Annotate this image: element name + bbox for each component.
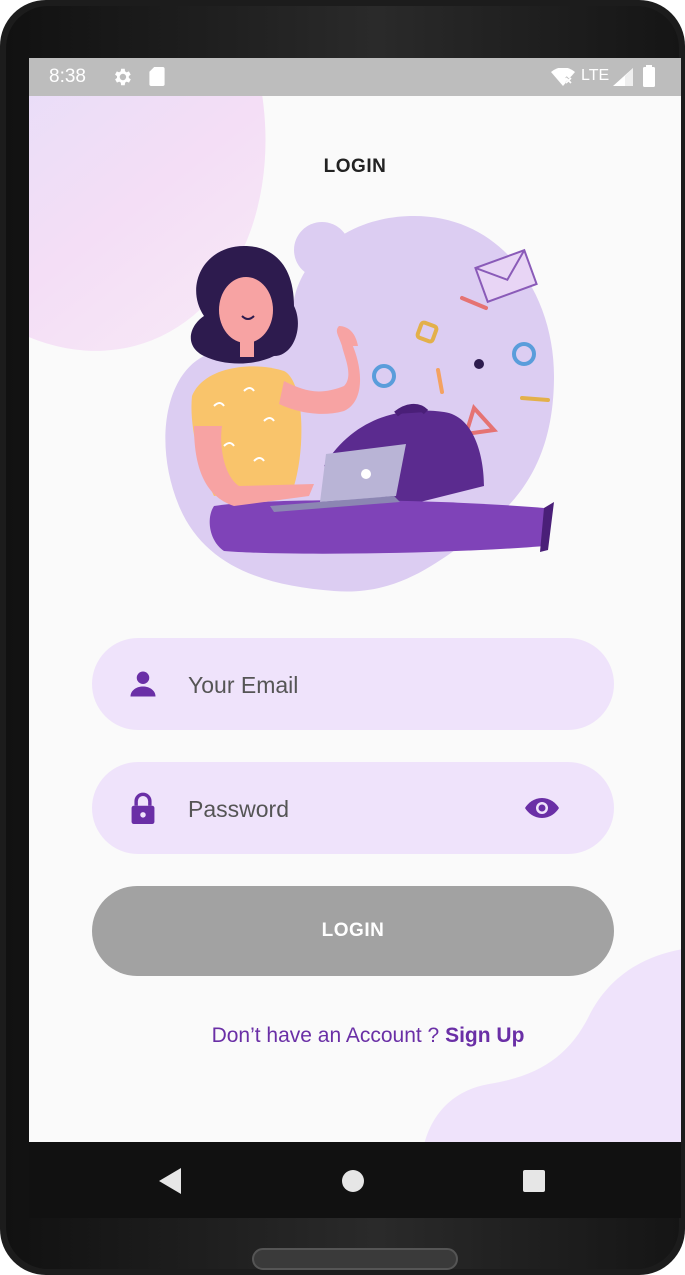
password-field[interactable] (92, 762, 614, 854)
battery-icon (643, 65, 655, 87)
phone-frame: 8:38 LTE LOGIN Your Email LOGIN Don’t ha… (0, 0, 685, 1275)
signal-icon (613, 68, 633, 86)
signup-link[interactable]: Sign Up (445, 1024, 524, 1047)
signup-prompt: Don’t have an Account ? Sign Up (29, 1024, 681, 1048)
eye-icon[interactable] (524, 792, 560, 824)
gear-icon (115, 68, 131, 86)
navigation-bar (29, 1142, 681, 1218)
status-time: 8:38 (49, 66, 86, 87)
home-icon[interactable] (341, 1169, 365, 1193)
woman-with-laptop-illustration (165, 216, 554, 592)
network-type: LTE (581, 67, 610, 84)
email-input[interactable] (186, 656, 520, 714)
signup-prompt-text: Don’t have an Account ? (211, 1024, 446, 1047)
email-field[interactable] (92, 638, 614, 730)
status-bar: 8:38 LTE (29, 58, 681, 96)
phone-speaker (252, 1248, 458, 1270)
page-title: LOGIN (323, 156, 387, 177)
password-input[interactable] (186, 780, 520, 838)
person-icon (130, 671, 156, 697)
lock-icon (131, 792, 155, 824)
login-screen: LOGIN Your Email LOGIN Don’t have an Acc… (29, 96, 681, 1142)
back-icon[interactable] (159, 1168, 183, 1194)
sd-card-icon (149, 67, 165, 86)
login-button[interactable]: LOGIN (92, 886, 614, 976)
recents-icon[interactable] (522, 1169, 546, 1193)
phone-screen: 8:38 LTE LOGIN Your Email LOGIN Don’t ha… (29, 58, 681, 1218)
wifi-icon (551, 68, 575, 86)
